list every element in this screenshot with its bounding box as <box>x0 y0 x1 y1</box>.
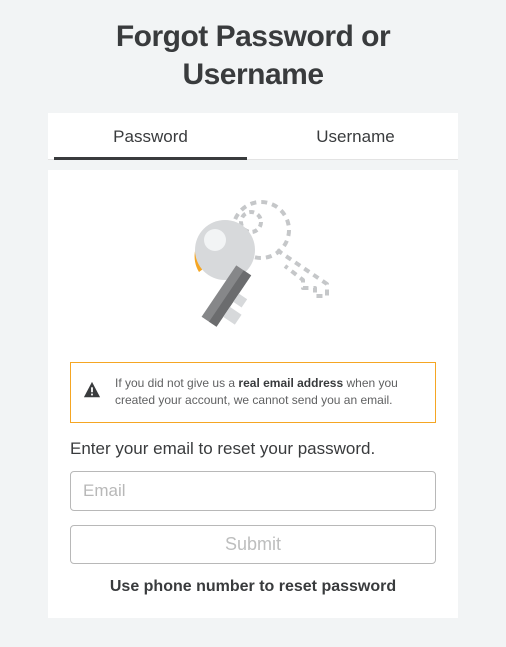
warning-text-pre: If you did not give us a <box>115 376 238 390</box>
warning-text: If you did not give us a real email addr… <box>115 375 421 410</box>
credential-tabs: Password Username <box>48 113 458 160</box>
instruction-text: Enter your email to reset your password. <box>70 439 436 459</box>
warning-text-bold: real email address <box>238 376 343 390</box>
reset-panel: If you did not give us a real email addr… <box>48 170 458 618</box>
tab-password[interactable]: Password <box>48 113 253 160</box>
warning-box: If you did not give us a real email addr… <box>70 362 436 423</box>
email-field[interactable] <box>70 471 436 511</box>
page-title: Forgot Password or Username <box>48 18 458 93</box>
submit-button[interactable]: Submit <box>70 525 436 564</box>
key-icon <box>70 194 436 344</box>
use-phone-link[interactable]: Use phone number to reset password <box>70 578 436 596</box>
warning-icon <box>83 381 101 404</box>
tab-username[interactable]: Username <box>253 113 458 160</box>
